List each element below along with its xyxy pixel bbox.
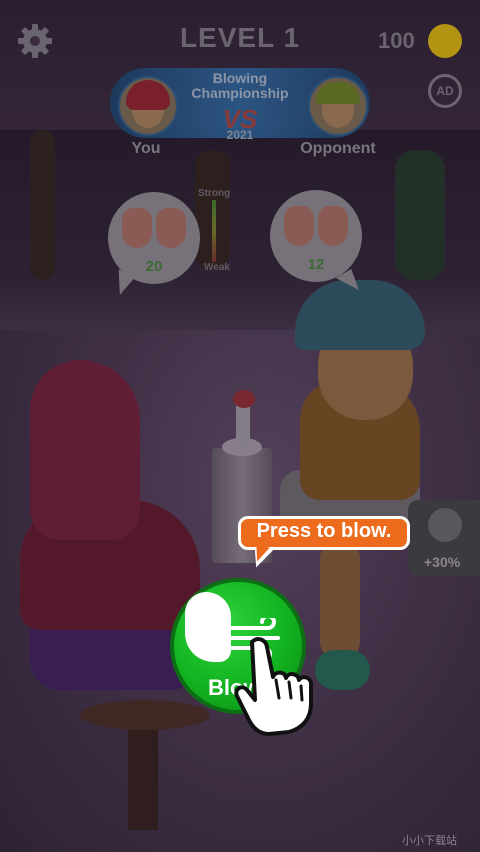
tooltip-text: Press to blow. <box>256 520 392 542</box>
lung-right-icon <box>318 206 348 246</box>
gear-icon[interactable] <box>16 22 54 60</box>
coin-icon <box>428 24 462 58</box>
blowing-face-icon <box>185 592 231 662</box>
opponent-label: Opponent <box>300 140 376 157</box>
fist-icon <box>428 508 462 542</box>
player-label: You <box>131 140 161 157</box>
no-ads-button[interactable]: AD <box>428 74 462 108</box>
game-screen: LEVEL 1 100 AD Blowing Championship VS 2… <box>0 0 480 852</box>
meter-strong-label: Strong <box>198 188 231 199</box>
opponent-lung-bubble: 12 <box>270 190 362 282</box>
boost-label: +30% <box>424 554 461 570</box>
opponent-lung-value: 12 <box>307 256 325 273</box>
pointing-hand-icon <box>234 637 313 736</box>
banner-title-line1: Blowing <box>212 70 268 86</box>
lung-left-icon <box>122 208 152 248</box>
lung-left-icon <box>284 206 314 246</box>
player-avatar <box>118 76 178 136</box>
opponent-avatar <box>308 76 368 136</box>
banner-year: 2021 <box>226 128 254 142</box>
player-lung-bubble: 20 <box>108 192 200 284</box>
meter-weak-label: Weak <box>204 262 230 273</box>
watermark: 小小下载站 <box>402 835 457 847</box>
coin-count: 100 <box>378 28 415 53</box>
player-lung-value: 20 <box>145 258 163 275</box>
level-title: LEVEL 1 <box>179 22 301 53</box>
lung-right-icon <box>156 208 186 248</box>
no-ads-label: AD <box>436 84 454 98</box>
strength-meter <box>212 200 216 262</box>
banner-title-line2: Championship <box>191 85 289 101</box>
